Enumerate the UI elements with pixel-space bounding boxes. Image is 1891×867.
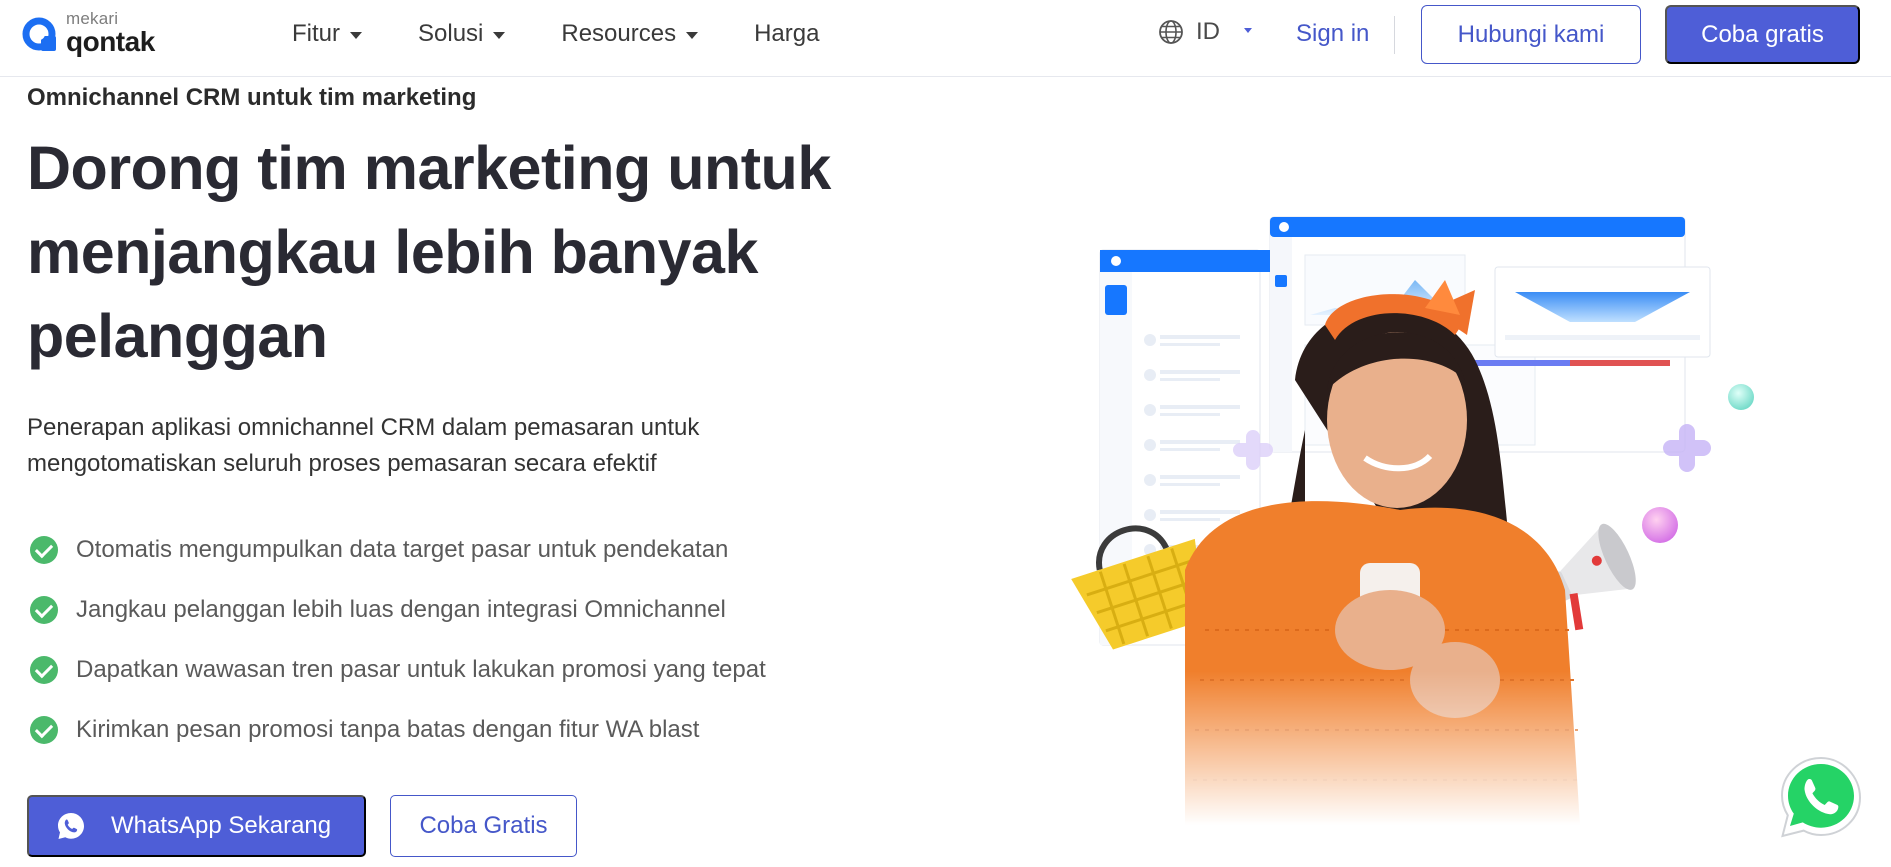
whatsapp-icon <box>58 813 84 839</box>
hero-description: Penerapan aplikasi omnichannel CRM dalam… <box>27 414 700 477</box>
list-item: Jangkau pelanggan lebih luas dengan inte… <box>30 580 766 640</box>
hero-eyebrow: Omnichannel CRM untuk tim marketing <box>27 84 477 111</box>
hero-title: Dorong tim marketing untuk menjangkau le… <box>27 134 831 370</box>
chevron-down-icon <box>1244 27 1252 33</box>
nav-item-fitur[interactable]: Fitur <box>292 20 362 48</box>
list-item: Otomatis mengumpulkan data target pasar … <box>30 520 766 580</box>
sign-in-link[interactable]: Sign in <box>1296 20 1369 48</box>
feature-text: Otomatis mengumpulkan data target pasar … <box>76 536 729 563</box>
nav-item-solusi[interactable]: Solusi <box>418 20 506 48</box>
top-navbar: mekari qontak Fitur Solusi Resources Har… <box>0 0 1891 77</box>
feature-text: Dapatkan wawasan tren pasar untuk lakuka… <box>76 656 766 683</box>
logo-subtitle: mekari <box>66 9 119 28</box>
nav-divider <box>1394 16 1395 54</box>
free-trial-hero-button[interactable]: Coba Gratis <box>390 795 577 857</box>
language-code: ID <box>1196 18 1220 45</box>
chevron-down-icon <box>493 31 506 39</box>
nav-item-label: Solusi <box>418 20 484 47</box>
check-circle-icon <box>30 716 58 744</box>
language-selector[interactable]: ID <box>1158 18 1252 46</box>
check-circle-icon <box>30 656 58 684</box>
feature-text: Jangkau pelanggan lebih luas dengan inte… <box>76 596 726 623</box>
chevron-down-icon <box>350 31 362 39</box>
hero-illustration <box>1005 210 1785 825</box>
whatsapp-floating-button[interactable] <box>1776 752 1866 842</box>
nav-item-label: Fitur <box>292 20 340 47</box>
contact-us-button[interactable]: Hubungi kami <box>1421 5 1641 64</box>
nav-item-label: Resources <box>561 20 677 47</box>
nav-item-resources[interactable]: Resources <box>561 20 699 48</box>
main-menu: Fitur Solusi Resources Harga <box>292 20 875 48</box>
qontak-logo-icon <box>22 17 56 51</box>
logo-name: qontak <box>66 26 155 57</box>
feature-text: Kirimkan pesan promosi tanpa batas denga… <box>76 716 700 743</box>
check-circle-icon <box>30 536 58 564</box>
whatsapp-button-label: WhatsApp Sekarang <box>111 812 332 839</box>
globe-icon <box>1159 20 1183 44</box>
chevron-down-icon <box>686 31 699 39</box>
feature-list: Otomatis mengumpulkan data target pasar … <box>30 520 766 760</box>
qontak-logo[interactable]: mekari qontak <box>22 10 155 56</box>
check-circle-icon <box>30 596 58 624</box>
nav-item-harga[interactable]: Harga <box>754 20 819 48</box>
free-trial-button[interactable]: Coba gratis <box>1665 5 1860 64</box>
list-item: Kirimkan pesan promosi tanpa batas denga… <box>30 700 766 760</box>
whatsapp-now-button[interactable]: WhatsApp Sekarang <box>27 795 366 857</box>
nav-item-label: Harga <box>754 20 820 47</box>
list-item: Dapatkan wawasan tren pasar untuk lakuka… <box>30 640 766 700</box>
